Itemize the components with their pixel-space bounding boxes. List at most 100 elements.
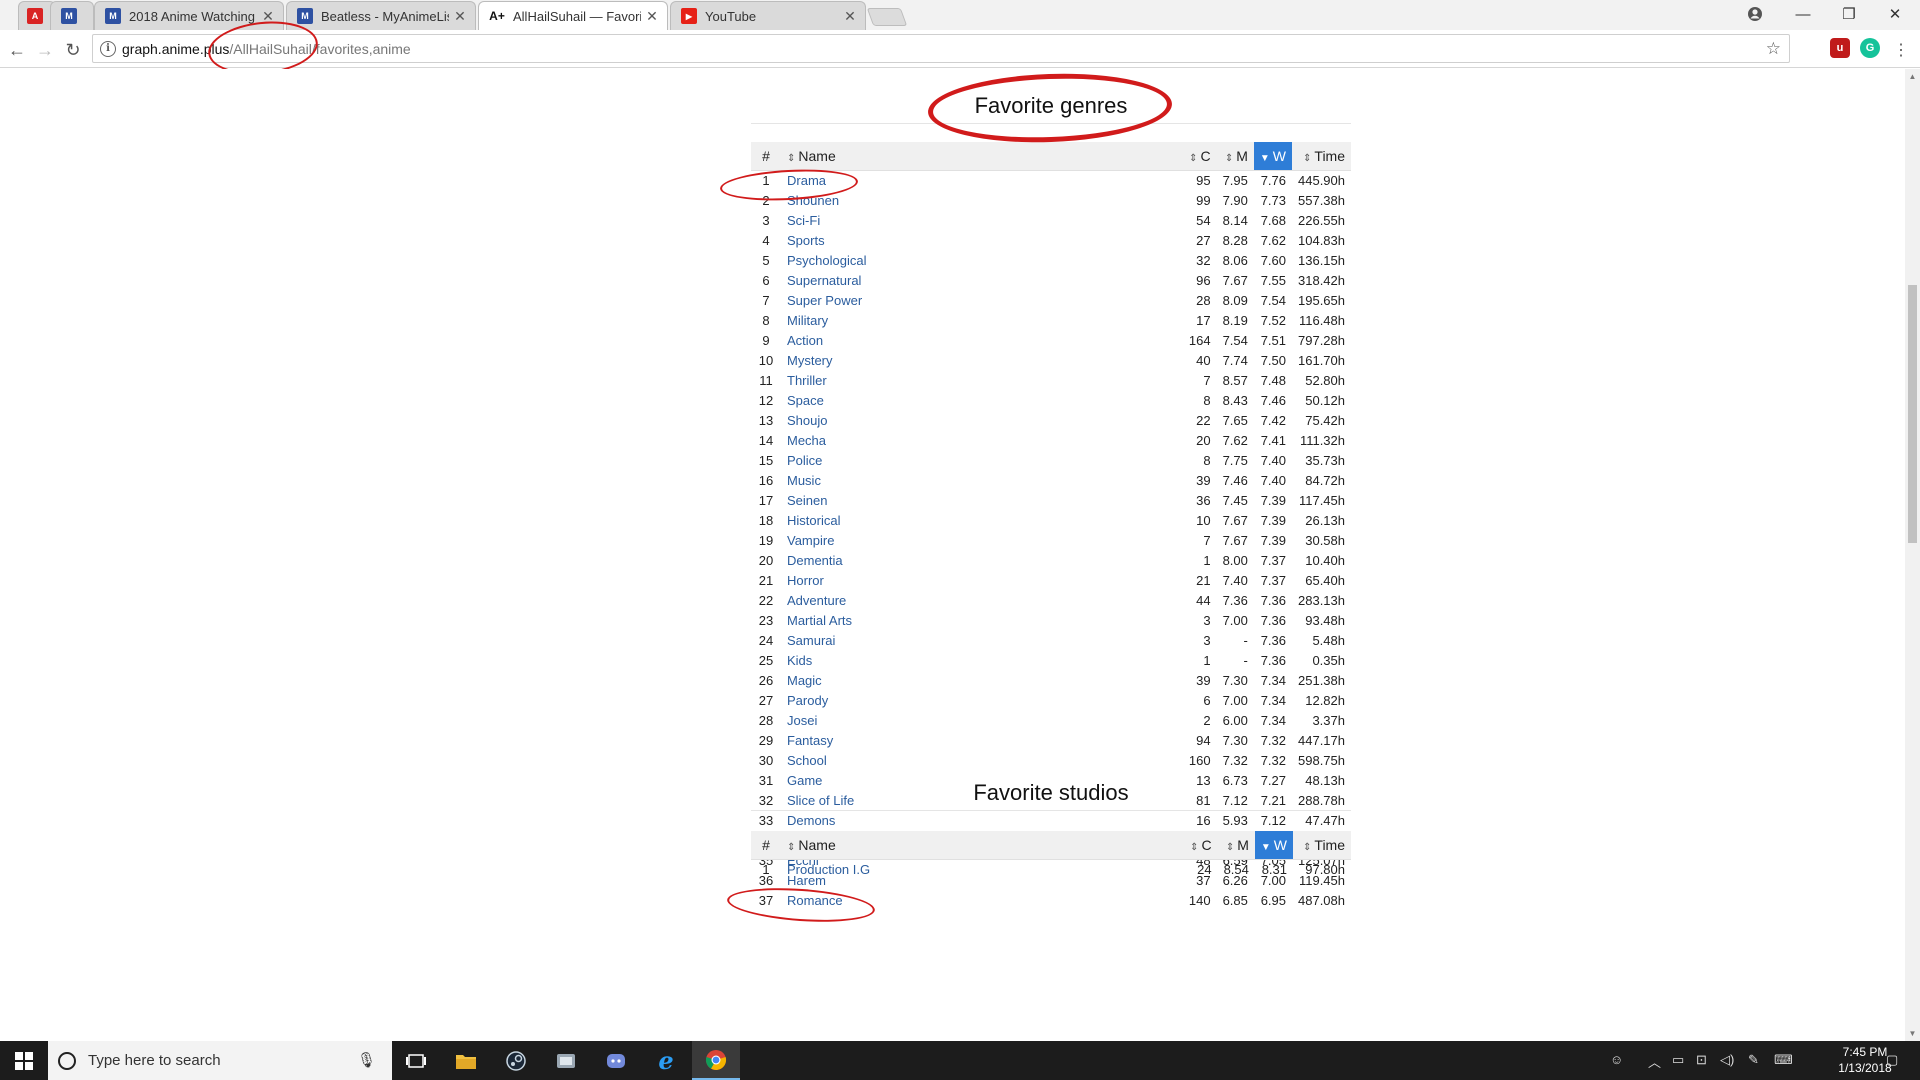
grammarly-extension-icon[interactable]: G	[1860, 38, 1880, 58]
people-icon[interactable]: ☺	[1610, 1052, 1623, 1067]
close-icon[interactable]: ✕	[453, 8, 467, 25]
row-mean: 7.65	[1222, 412, 1248, 428]
row-name-link[interactable]: Dementia	[787, 553, 843, 568]
row-name-link[interactable]: Mystery	[787, 353, 833, 368]
scroll-down-icon[interactable]: ▼	[1905, 1026, 1920, 1041]
new-tab-button[interactable]	[866, 8, 908, 26]
keyboard-icon[interactable]: ⌨	[1774, 1052, 1793, 1068]
column-weighted[interactable]: ▼ W	[1253, 142, 1292, 171]
task-view-icon[interactable]	[392, 1041, 440, 1080]
back-button[interactable]: ←	[6, 39, 28, 61]
tab-beatless[interactable]: M Beatless - MyAnimeList.n ✕	[286, 1, 476, 30]
row-name-link[interactable]: Kids	[787, 653, 812, 668]
row-name-link[interactable]: Thriller	[787, 373, 827, 388]
windows-start-button[interactable]	[0, 1041, 48, 1080]
microphone-icon[interactable]: 🎙	[357, 1051, 376, 1069]
row-name-link[interactable]: Shounen	[787, 193, 839, 208]
battery-icon[interactable]: ▭	[1672, 1052, 1684, 1068]
column-name[interactable]: ⇕ Name	[781, 142, 1181, 171]
row-name-link[interactable]: Samurai	[787, 633, 835, 648]
tab-allhailsuhail[interactable]: A+ AllHailSuhail — Favorite ✕	[478, 1, 668, 30]
row-name-link[interactable]: Mecha	[787, 433, 826, 448]
row-name-link[interactable]: Military	[787, 313, 828, 328]
row-name-link[interactable]: Sci-Fi	[787, 213, 820, 228]
row-name-link[interactable]: Police	[787, 453, 822, 468]
tab-anime-watching[interactable]: M 2018 Anime Watching C ✕	[94, 1, 284, 30]
row-name-link[interactable]: Shoujo	[787, 413, 827, 428]
info-icon[interactable]: i	[100, 40, 116, 57]
column-time[interactable]: ⇕ Time	[1292, 142, 1351, 171]
row-name-link[interactable]: Vampire	[787, 533, 834, 548]
row-name-link[interactable]: Parody	[787, 693, 828, 708]
row-name-link[interactable]: Martial Arts	[787, 613, 852, 628]
scroll-up-icon[interactable]: ▲	[1905, 69, 1920, 84]
row-name-link[interactable]: Drama	[787, 173, 826, 188]
pen-icon[interactable]: ✎	[1748, 1052, 1759, 1068]
row-count: 94	[1196, 732, 1211, 748]
row-count: 21	[1196, 572, 1211, 588]
minimize-button[interactable]: —	[1780, 0, 1826, 28]
close-icon[interactable]: ✕	[843, 8, 857, 25]
row-name-link[interactable]: Romance	[787, 893, 843, 908]
row-name-link[interactable]: Music	[787, 473, 821, 488]
row-name-link[interactable]: Supernatural	[787, 273, 861, 288]
row-name-link[interactable]: Fantasy	[787, 733, 833, 748]
sort-desc-icon: ▼	[1259, 152, 1270, 164]
restore-button[interactable]: ❐	[1826, 0, 1872, 28]
ublock-extension-icon[interactable]: u	[1830, 38, 1850, 58]
row-name-link[interactable]: Magic	[787, 673, 822, 688]
row-name-link[interactable]: Demons	[787, 813, 835, 828]
taskbar-search-box[interactable]: Type here to search 🎙	[48, 1041, 392, 1080]
address-bar[interactable]: i graph.anime.plus/AllHailSuhail/favorit…	[92, 34, 1790, 63]
column-weighted[interactable]: ▼ W	[1254, 831, 1293, 860]
row-name-link[interactable]: Josei	[787, 713, 817, 728]
reload-button[interactable]: ↻	[62, 39, 84, 61]
bookmark-star-icon[interactable]: ☆	[1766, 39, 1781, 59]
row-name-link[interactable]: Psychological	[787, 253, 867, 268]
row-name-link[interactable]: Adventure	[787, 593, 846, 608]
column-mean[interactable]: ⇕ M	[1217, 831, 1255, 860]
table-row: 22 Adventure 44 7.36 7.36 283.13h	[751, 590, 1351, 610]
close-icon[interactable]: ✕	[645, 8, 659, 25]
scrollbar-thumb[interactable]	[1908, 285, 1917, 543]
tab-youtube[interactable]: ▶ YouTube ✕	[670, 1, 866, 30]
volume-icon[interactable]: ◁)	[1720, 1052, 1734, 1068]
close-window-button[interactable]: ✕	[1872, 0, 1918, 28]
column-time[interactable]: ⇕ Time	[1293, 831, 1351, 860]
row-name-link[interactable]: Super Power	[787, 293, 862, 308]
chrome-taskbar-icon[interactable]	[692, 1041, 740, 1080]
column-count[interactable]: ⇕ C	[1181, 831, 1218, 860]
row-count: 16	[1196, 812, 1211, 828]
row-mean: 6.00	[1222, 712, 1248, 728]
column-rank: #	[751, 831, 781, 860]
row-name-link[interactable]: School	[787, 753, 827, 768]
game-app-icon[interactable]	[542, 1041, 590, 1080]
profile-icon[interactable]	[1732, 0, 1778, 28]
row-name-link[interactable]: Horror	[787, 573, 824, 588]
row-rank: 15	[758, 452, 774, 468]
show-hidden-icons-chevron[interactable]: ︿	[1648, 1052, 1661, 1071]
column-name[interactable]: ⇕ Name	[781, 831, 1182, 860]
row-name-link[interactable]: Action	[787, 333, 823, 348]
row-name-link[interactable]: Space	[787, 393, 824, 408]
row-name-link[interactable]: Production I.G	[787, 862, 870, 877]
discord-icon[interactable]	[592, 1041, 640, 1080]
steam-icon[interactable]	[492, 1041, 540, 1080]
tab-mal-pinned[interactable]: M	[50, 1, 94, 30]
file-explorer-icon[interactable]	[442, 1041, 490, 1080]
forward-button[interactable]: →	[34, 39, 56, 61]
column-count[interactable]: ⇕ C	[1180, 142, 1217, 171]
network-icon[interactable]: ⊡	[1696, 1052, 1707, 1068]
row-name-link[interactable]: Historical	[787, 513, 840, 528]
url-path: /AllHailSuhail/favorites,anime	[229, 40, 411, 57]
internet-explorer-icon[interactable]: e	[642, 1041, 690, 1080]
row-name-link[interactable]: Sports	[787, 233, 825, 248]
youtube-icon: ▶	[681, 8, 697, 24]
column-mean[interactable]: ⇕ M	[1216, 142, 1254, 171]
chrome-menu-icon[interactable]: ⋮	[1890, 39, 1912, 61]
page-scrollbar[interactable]: ▲ ▼	[1905, 69, 1920, 1041]
row-name-link[interactable]: Seinen	[787, 493, 827, 508]
close-icon[interactable]: ✕	[261, 8, 275, 25]
notifications-icon[interactable]: ▢	[1886, 1052, 1898, 1068]
sort-icon: ⇕	[1303, 152, 1312, 164]
